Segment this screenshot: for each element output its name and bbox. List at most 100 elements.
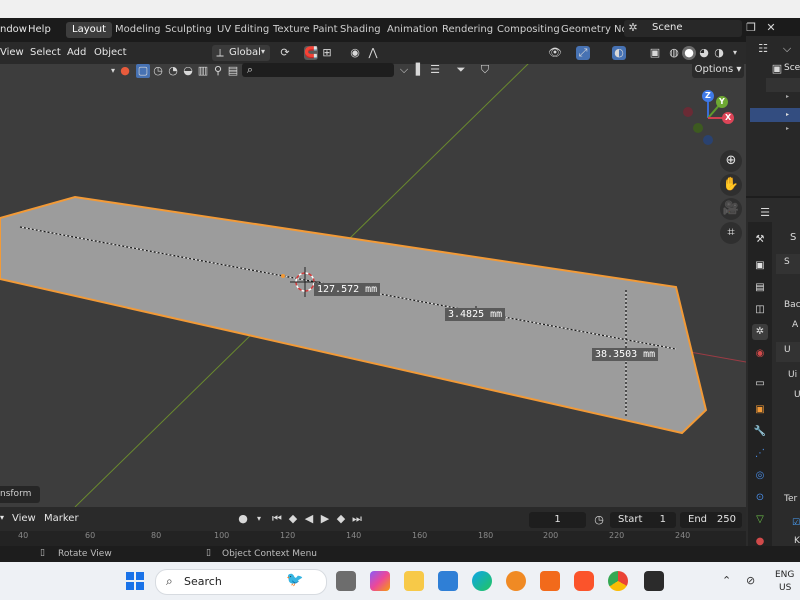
lang-line1[interactable]: ENG	[775, 570, 794, 580]
panel-header[interactable]: U	[776, 342, 800, 362]
transform-orientation-dropdown[interactable]: ⟂ Global ▾	[212, 45, 270, 61]
tool-tab-icon[interactable]: ⚒	[752, 232, 768, 248]
options-dropdown[interactable]: Options ▾	[692, 62, 744, 78]
windows-start-icon[interactable]	[125, 571, 145, 591]
jump-end-icon[interactable]: ⏭	[350, 512, 364, 526]
chevron-down-icon[interactable]: ▾	[252, 512, 266, 526]
chrome-icon[interactable]	[608, 571, 628, 591]
object-type-icon[interactable]: ●	[118, 64, 132, 78]
tab-uv-editing[interactable]: UV Editing	[211, 22, 275, 38]
modifier-tab-icon[interactable]: 🔧	[752, 424, 768, 440]
copilot-icon[interactable]	[370, 571, 390, 591]
tab-texture-paint[interactable]: Texture Paint	[267, 22, 344, 38]
view-layer-tab-icon[interactable]: ◫	[752, 302, 768, 318]
expand-arrow-icon[interactable]: ▸	[786, 93, 789, 100]
menu-add[interactable]: Add	[67, 47, 86, 58]
current-frame-field[interactable]: 1	[529, 512, 586, 528]
rendered-shading-icon[interactable]: ◑	[712, 46, 726, 60]
material-shading-icon[interactable]: ◕	[697, 46, 711, 60]
expand-arrow-icon[interactable]: ▸	[786, 125, 789, 132]
tray-chevron-icon[interactable]: ⌃	[722, 574, 731, 587]
tab-modeling[interactable]: Modeling	[109, 22, 167, 38]
grid-perspective-icon[interactable]: ⌗	[720, 222, 742, 244]
filter-text-icon[interactable]: ▥	[196, 64, 210, 78]
filter-meta-icon[interactable]: ◒	[181, 64, 195, 78]
bookmark-icon[interactable]: ▌	[413, 63, 427, 77]
wireframe-shading-icon[interactable]: ◍	[667, 46, 681, 60]
scene-selector[interactable]: ✲ Scene ❐ ✕	[624, 20, 776, 37]
render-tab-icon[interactable]: ▣	[752, 258, 768, 274]
filter-armature-icon[interactable]: ⚲	[211, 64, 225, 78]
start-frame-field[interactable]: Start 1	[610, 512, 676, 528]
wifi-off-icon[interactable]: ⊘	[746, 574, 755, 587]
next-keyframe-icon[interactable]: ◆	[334, 512, 348, 526]
timeline-menu-marker[interactable]: Marker	[44, 513, 79, 524]
filter-curve-icon[interactable]: ◷	[151, 64, 165, 78]
menu-window[interactable]: ndow	[0, 24, 27, 35]
tab-animation[interactable]: Animation	[381, 22, 444, 38]
tab-shading[interactable]: Shading	[334, 22, 387, 38]
scene-tab-icon[interactable]: ✲	[752, 324, 768, 340]
panel-header[interactable]: S	[776, 254, 800, 274]
timeline-ruler[interactable]: 40 60 80 100 120 140 160 180 200 220 240	[0, 531, 746, 546]
camera-icon[interactable]: 🎥	[720, 198, 742, 220]
data-tab-icon[interactable]: ▽	[752, 512, 768, 528]
overlays-icon[interactable]: ◐	[612, 46, 626, 60]
editor-type-icon[interactable]: ☷	[756, 42, 770, 56]
menu-select[interactable]: Select	[30, 47, 61, 58]
task-view-icon[interactable]	[336, 571, 356, 591]
keyframe-record-icon[interactable]: ●	[236, 512, 250, 526]
properties-editor-icon[interactable]: ☰	[758, 206, 772, 220]
xray-icon[interactable]: ▣	[648, 46, 662, 60]
brave-icon[interactable]	[574, 571, 594, 591]
filter-surface-icon[interactable]: ◔	[166, 64, 180, 78]
collection-tab-icon[interactable]: ▭	[752, 376, 768, 392]
store-icon[interactable]	[438, 571, 458, 591]
outliner-row-selected[interactable]	[750, 108, 800, 122]
snap-icon[interactable]: 🧲	[304, 46, 318, 60]
shield-icon[interactable]: ⛉	[478, 63, 492, 77]
last-operation-panel[interactable]: nsform	[0, 486, 40, 503]
fusion-icon[interactable]	[540, 571, 560, 591]
constraints-tab-icon[interactable]: ⊙	[752, 490, 768, 506]
end-frame-field[interactable]: End 250	[680, 512, 742, 528]
list-icon[interactable]: ☰	[428, 63, 442, 77]
chevron-down-icon[interactable]: ▾	[0, 513, 4, 522]
outliner-row[interactable]	[766, 78, 800, 92]
display-mode-icon[interactable]: ⌵	[780, 42, 794, 56]
filter-mesh-icon[interactable]: ▢	[136, 64, 150, 78]
play-reverse-icon[interactable]: ◀	[302, 512, 316, 526]
output-tab-icon[interactable]: ▤	[752, 280, 768, 296]
timeline-menu-view[interactable]: View	[12, 513, 36, 524]
menu-view[interactable]: View	[0, 47, 24, 58]
gizmo-toggle-icon[interactable]: ⤢	[576, 46, 590, 60]
prev-keyframe-icon[interactable]: ◆	[286, 512, 300, 526]
edge-icon[interactable]	[472, 571, 492, 591]
zoom-icon[interactable]: ⊕	[720, 150, 742, 172]
viewport-search-input[interactable]: ⌕	[242, 63, 394, 77]
blender-icon[interactable]	[506, 571, 526, 591]
snap-target-icon[interactable]: ⊞	[320, 46, 334, 60]
tab-sculpting[interactable]: Sculpting	[159, 22, 218, 38]
mesh-display-icon[interactable]: ⌵	[397, 63, 411, 77]
visibility-icon[interactable]: 👁	[548, 46, 562, 60]
proportional-edit-icon[interactable]: ◉	[348, 46, 362, 60]
particles-tab-icon[interactable]: ⋰	[752, 446, 768, 462]
pan-hand-icon[interactable]: ✋	[720, 174, 742, 196]
file-explorer-icon[interactable]	[404, 571, 424, 591]
solid-shading-icon[interactable]: ●	[682, 46, 696, 60]
filter-icon[interactable]: ⏷	[454, 63, 468, 77]
tab-layout[interactable]: Layout	[66, 22, 112, 38]
jump-start-icon[interactable]: ⏮	[270, 512, 284, 526]
filter-lattice-icon[interactable]: ▤	[226, 64, 240, 78]
tab-rendering[interactable]: Rendering	[436, 22, 499, 38]
3d-viewport[interactable]: 127.572 mm 3.4825 mm 38.3503 mm Z Y X ⊕ …	[0, 64, 746, 507]
clock-icon[interactable]: ◷	[592, 513, 606, 527]
delete-scene-icon[interactable]: ✕	[764, 21, 778, 35]
taskbar-search-box[interactable]: ⌕ Search 🐦	[155, 569, 327, 595]
menu-help[interactable]: Help	[28, 24, 51, 35]
shading-options-icon[interactable]: ▾	[728, 46, 742, 60]
lang-line2[interactable]: US	[779, 583, 791, 593]
new-scene-icon[interactable]: ❐	[744, 21, 758, 35]
terminal-icon[interactable]	[644, 571, 664, 591]
